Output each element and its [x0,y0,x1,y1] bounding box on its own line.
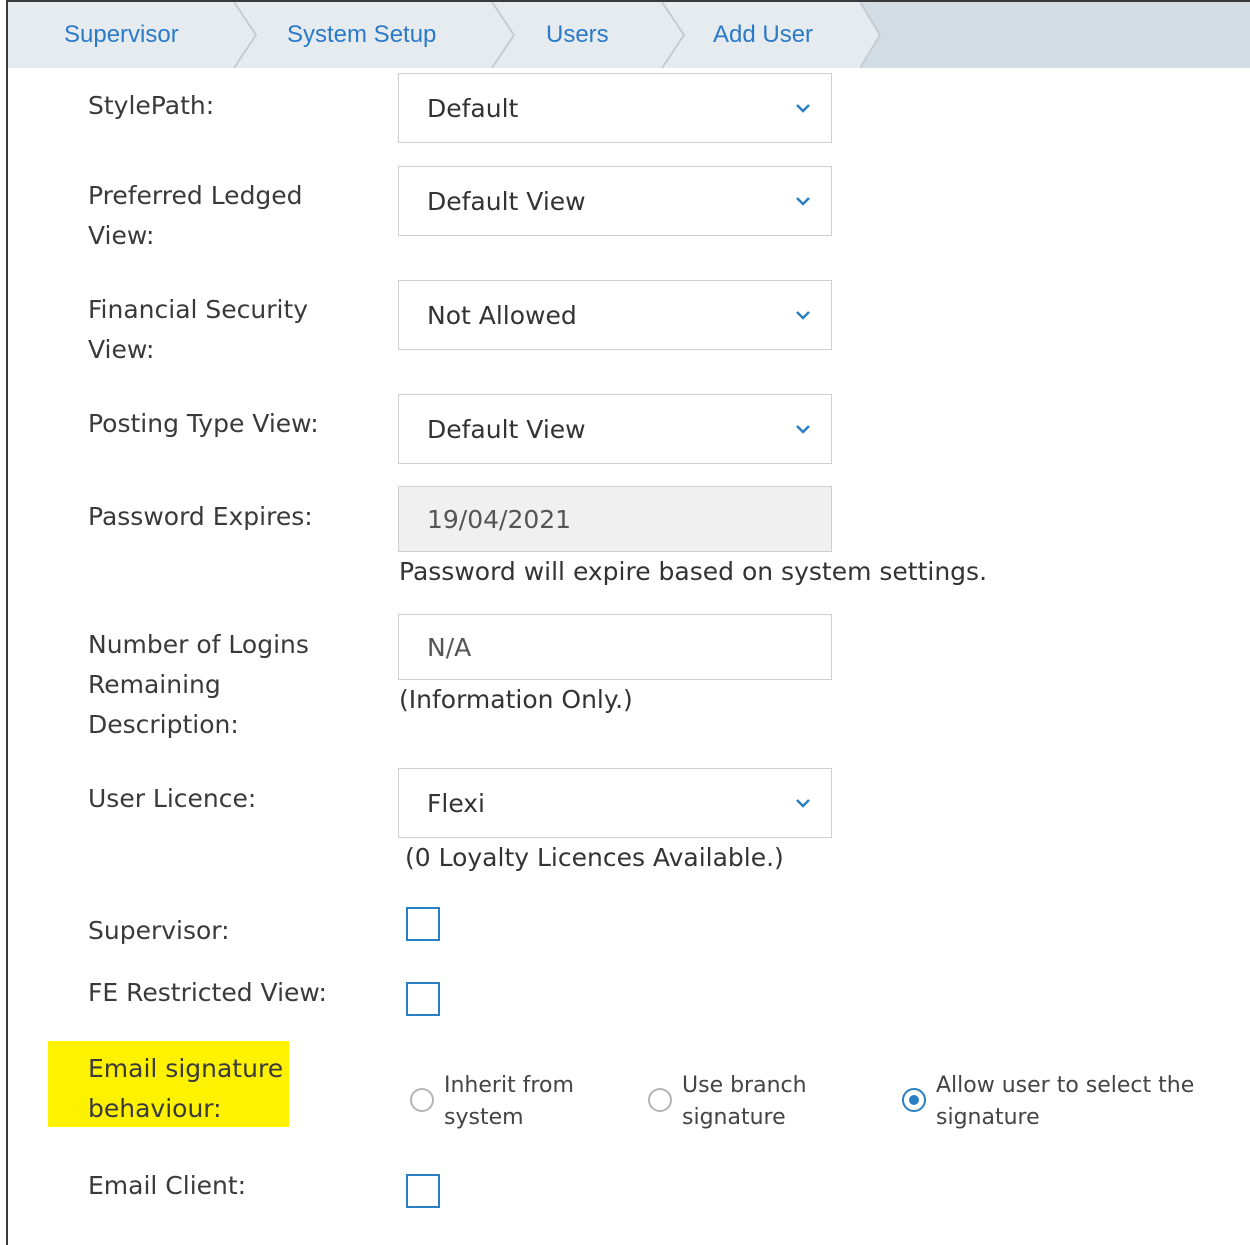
radio-label-line: system [444,1105,524,1130]
radio-label-line: Use branch [682,1073,807,1098]
supervisor-checkbox[interactable] [406,907,440,941]
chevron-down-icon [796,197,810,206]
radio-allow-user-select[interactable]: Allow user to select the signature [902,1070,1194,1134]
preferred-ledger-view-select[interactable]: Default View [398,166,832,236]
radio-label-line: Inherit from [444,1073,574,1098]
posting-type-view-select[interactable]: Default View [398,394,832,464]
stylepath-value: Default [427,93,519,123]
email-client-checkbox[interactable] [406,1174,440,1208]
posting-type-view-label: Posting Type View: [88,409,319,438]
breadcrumb-separator-icon [860,2,882,68]
breadcrumb-separator-icon [661,2,686,68]
chevron-down-icon [796,425,810,434]
fe-restricted-view-label: FE Restricted View: [88,978,327,1007]
chevron-down-icon [796,311,810,320]
breadcrumb-separator-icon [491,2,516,68]
preferred-ledger-view-label: Preferred Ledged View: [88,176,303,256]
label-line: Financial Security [88,295,309,324]
user-licence-note: (0 Loyalty Licences Available.) [405,843,784,872]
radio-button[interactable] [410,1088,434,1112]
radio-use-branch-signature[interactable]: Use branch signature [648,1070,807,1134]
logins-remaining-note: (Information Only.) [399,685,633,714]
financial-security-view-select[interactable]: Not Allowed [398,280,832,350]
radio-button[interactable] [648,1088,672,1112]
financial-security-view-value: Not Allowed [427,300,577,330]
password-expires-label: Password Expires: [88,502,313,531]
breadcrumb-supervisor[interactable]: Supervisor [64,2,179,68]
radio-button-selected[interactable] [902,1088,926,1112]
radio-label: Inherit from system [444,1070,574,1134]
financial-security-view-label: Financial Security View: [88,290,308,370]
breadcrumb: Supervisor System Setup Users Add User [8,2,1250,68]
breadcrumb-system-setup[interactable]: System Setup [287,2,436,68]
chevron-down-icon [796,799,810,808]
radio-label-line: signature [936,1105,1040,1130]
stylepath-select[interactable]: Default [398,73,832,143]
label-line: View: [88,221,155,250]
email-signature-label: Email signature behaviour: [88,1049,283,1129]
breadcrumb-separator-icon [233,2,258,68]
label-line: Remaining [88,670,221,699]
window-left-border [6,0,8,1245]
stylepath-label: StylePath: [88,91,215,120]
chevron-down-icon [796,104,810,113]
email-client-label: Email Client: [88,1171,247,1200]
logins-remaining-label: Number of Logins Remaining Description: [88,625,309,745]
label-line: Email signature [88,1054,284,1083]
logins-remaining-field[interactable]: N/A [398,614,832,680]
label-line: Preferred Ledged [88,181,303,210]
radio-label: Use branch signature [682,1070,807,1134]
supervisor-label: Supervisor: [88,916,230,945]
fe-restricted-view-checkbox[interactable] [406,982,440,1016]
password-expires-note: Password will expire based on system set… [399,557,988,586]
password-expires-field: 19/04/2021 [398,486,832,552]
radio-label-line: signature [682,1105,786,1130]
radio-label: Allow user to select the signature [936,1070,1194,1134]
posting-type-view-value: Default View [427,414,586,444]
preferred-ledger-view-value: Default View [427,186,586,216]
radio-inherit-from-system[interactable]: Inherit from system [410,1070,574,1134]
user-licence-label: User Licence: [88,784,257,813]
user-licence-value: Flexi [427,788,486,818]
label-line: View: [88,335,155,364]
radio-label-line: Allow user to select the [936,1073,1195,1098]
user-licence-select[interactable]: Flexi [398,768,832,838]
label-line: Description: [88,710,239,739]
breadcrumb-filler [878,2,1250,68]
breadcrumb-users[interactable]: Users [546,2,609,68]
label-line: Number of Logins [88,630,309,659]
breadcrumb-add-user[interactable]: Add User [713,2,813,68]
label-line: behaviour: [88,1094,222,1123]
